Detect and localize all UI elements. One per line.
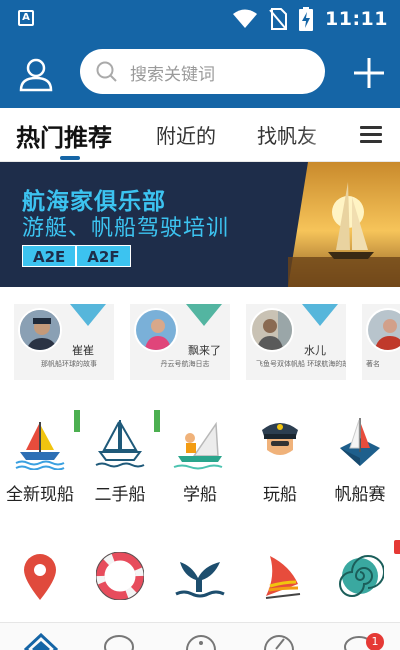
battery-charging-icon (299, 7, 314, 31)
learn-sailing-icon (173, 421, 223, 470)
menu-icon[interactable] (360, 126, 382, 144)
user-desc: 著名 (366, 360, 380, 368)
banner-badges: A2E A2F (22, 245, 131, 267)
category-shell[interactable] (320, 552, 400, 600)
category-new-boats[interactable]: 全新现船 (0, 410, 80, 505)
user-name: 水儿 (304, 344, 326, 357)
shell-icon (339, 555, 384, 597)
category-label: 全新现船 (6, 485, 74, 505)
user-photo (18, 308, 62, 352)
user-name: 飘来了 (188, 344, 221, 357)
category-sail[interactable] (240, 552, 320, 602)
wifi-icon (233, 9, 258, 28)
user-photo (250, 308, 294, 352)
category-learn-sailing[interactable]: 学船 (160, 410, 240, 505)
a-badge-icon: A (18, 10, 34, 26)
decor-triangle (70, 304, 106, 326)
category-label: 玩船 (263, 485, 297, 505)
bottom-navigation (0, 622, 400, 650)
user-photo (134, 308, 178, 352)
app-screen: A 11:11 搜索关键词 热门推荐 附近的 找帆友 航海家俱乐部 游艇、帆船驾… (0, 0, 400, 650)
plus-icon[interactable] (352, 56, 386, 90)
clock-time: 11:11 (325, 8, 388, 30)
category-used-boats[interactable]: 二手船 (80, 410, 160, 505)
category-regatta[interactable]: 帆船赛 (320, 410, 400, 505)
lifebuoy-icon (96, 552, 144, 600)
discover-icon[interactable] (184, 633, 218, 650)
category-label: 学船 (183, 485, 217, 505)
tab-bar: 热门推荐 附近的 找帆友 (0, 108, 400, 162)
category-location[interactable] (0, 552, 80, 602)
user-desc: 丹云号航海日志 (160, 360, 210, 368)
home-icon[interactable] (24, 633, 58, 650)
tab-indicator (60, 156, 80, 160)
user-card[interactable]: 崔崔 那帆船环球的故事 (14, 304, 114, 380)
whale-tail-icon (175, 562, 225, 598)
status-bar: A 11:11 (0, 0, 400, 38)
status-icons: 11:11 (233, 6, 388, 32)
promo-banner[interactable]: 航海家俱乐部 游艇、帆船驾驶培训 A2E A2F (0, 162, 400, 287)
tab-nearby[interactable]: 附近的 (156, 120, 216, 149)
location-pin-icon (24, 554, 56, 600)
category-whale[interactable] (160, 552, 240, 600)
category-play-boats[interactable]: 玩船 (240, 410, 320, 505)
user-icon[interactable] (18, 56, 54, 92)
regatta-icon (340, 418, 380, 466)
captain-icon (262, 423, 298, 455)
compass-icon[interactable] (262, 633, 296, 650)
message-count-badge: 1 (366, 633, 384, 650)
search-icon (96, 61, 117, 82)
user-desc: 飞鱼号双体帆船 环球航海的故事 (256, 360, 346, 368)
category-label: 二手船 (94, 485, 146, 505)
search-bar[interactable]: 搜索关键词 (80, 49, 325, 94)
user-card[interactable]: 水儿 飞鱼号双体帆船 环球航海的故事 (246, 304, 346, 380)
category-safety[interactable] (80, 552, 160, 600)
user-desc: 那帆船环球的故事 (41, 360, 97, 368)
sail-flag-icon (265, 556, 301, 599)
chat-icon[interactable] (102, 633, 136, 650)
decor-triangle (186, 304, 222, 326)
featured-users: 崔崔 那帆船环球的故事 飘来了 丹云号航海日志 水儿 飞鱼号双体帆船 环球航海的… (0, 300, 400, 385)
sailboat-outline-icon (95, 420, 145, 468)
banner-subtitle: 游艇、帆船驾驶培训 (22, 216, 230, 241)
sunset-sailboat-image (288, 162, 400, 287)
badge-a2f: A2F (76, 245, 131, 267)
no-sim-icon (269, 8, 288, 30)
user-photo (366, 308, 400, 352)
search-placeholder: 搜索关键词 (130, 65, 215, 85)
decor-triangle (302, 304, 338, 326)
user-card[interactable]: 飘来了 丹云号航海日志 (130, 304, 230, 380)
badge-a2e: A2E (22, 245, 77, 267)
user-name: 崔崔 (72, 344, 94, 357)
tab-fade (300, 108, 348, 160)
sailboat-icon (15, 422, 65, 470)
category-label: 帆船赛 (334, 485, 386, 505)
tab-hot[interactable]: 热门推荐 (16, 118, 112, 153)
top-header: 搜索关键词 (0, 38, 400, 108)
user-card[interactable]: 著名 (362, 304, 400, 380)
red-tag (394, 540, 400, 554)
